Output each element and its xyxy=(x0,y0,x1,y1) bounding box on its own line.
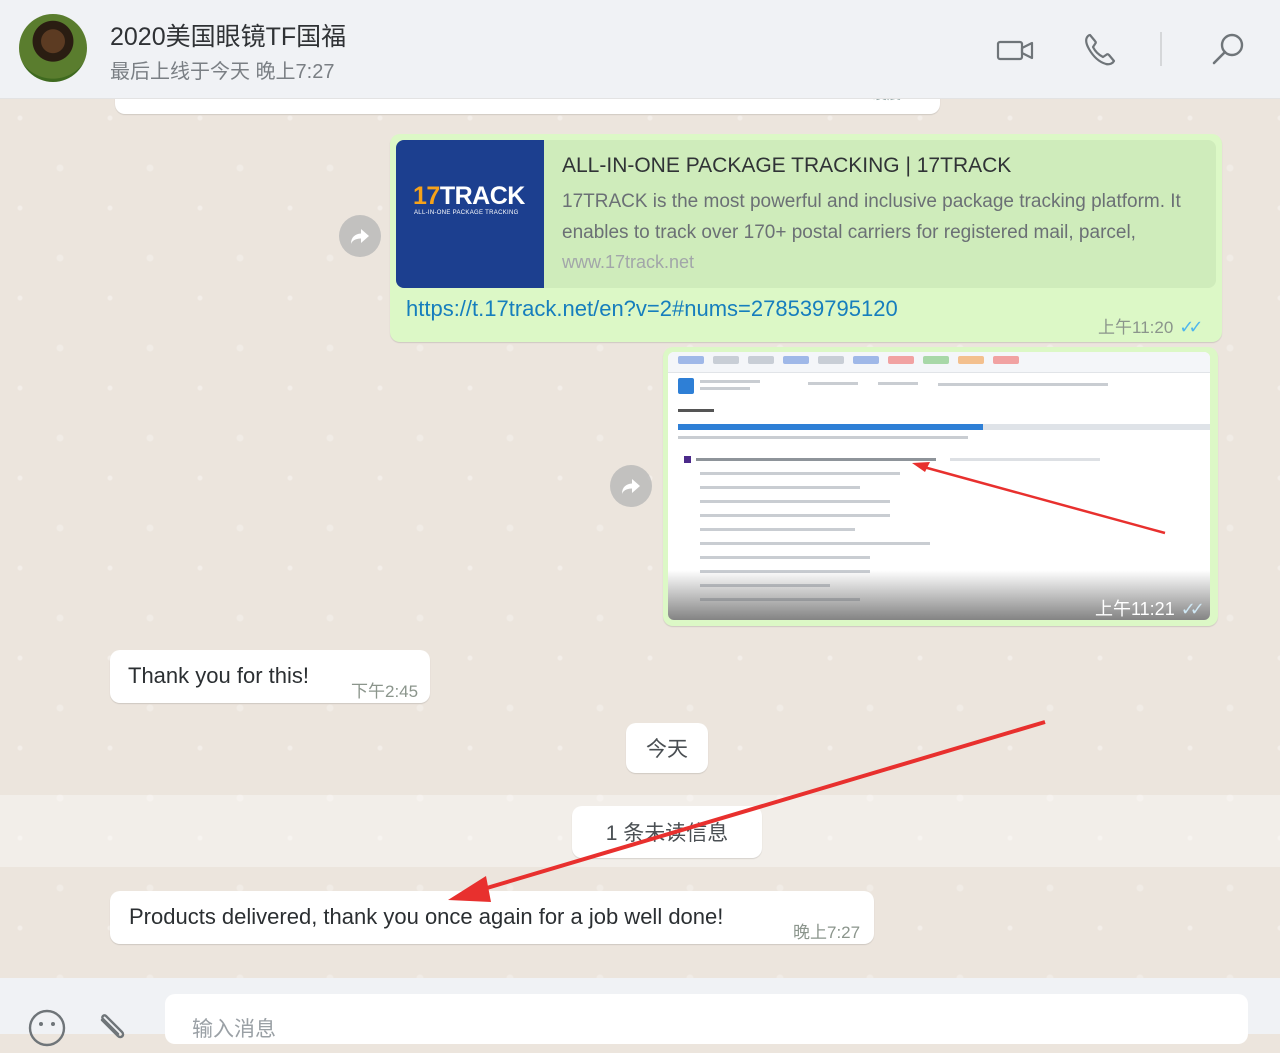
message-time: 下午2:45 xyxy=(351,682,419,701)
read-receipt-icon: ✓✓ xyxy=(1179,317,1203,337)
tracking-screenshot-image[interactable] xyxy=(668,352,1210,620)
17track-logo: 17TRACK xyxy=(413,182,525,210)
link-preview-domain: www.17track.net xyxy=(562,252,695,272)
unread-messages-notice: 1 条未读信息 xyxy=(572,806,762,858)
outgoing-link-message[interactable]: 17TRACK ALL-IN-ONE PACKAGE TRACKING ALL-… xyxy=(390,134,1222,342)
video-call-icon[interactable] xyxy=(996,30,1036,70)
message-list[interactable]: 凌晨3:15 17TRACK ALL-IN-ONE PACKAGE TRACKI… xyxy=(0,86,1280,978)
forward-icon[interactable] xyxy=(610,465,652,507)
composer-bar: 输入消息 xyxy=(0,978,1280,1047)
message-input[interactable]: 输入消息 xyxy=(165,994,1248,1044)
chat-header: 2020美国眼镜TF国福 最后上线于今天 晚上7:27 xyxy=(0,0,1280,99)
incoming-message[interactable]: Products delivered, thank you once again… xyxy=(110,891,874,944)
link-preview-description: 17TRACK is the most powerful and inclusi… xyxy=(562,191,1181,243)
message-input-placeholder: 输入消息 xyxy=(192,1018,276,1041)
message-time-row: 上午11:20 ✓✓ xyxy=(1098,313,1204,338)
tracking-link[interactable]: https://t.17track.net/en?v=2#nums=278539… xyxy=(406,296,898,322)
search-icon[interactable] xyxy=(1208,30,1248,70)
message-time-row: 上午11:21 ✓✓ xyxy=(1095,595,1205,621)
last-seen-status: 最后上线于今天 晚上7:27 xyxy=(110,61,335,83)
forward-icon[interactable] xyxy=(339,215,381,257)
logo-tagline: ALL-IN-ONE PACKAGE TRACKING xyxy=(414,210,519,216)
message-time: 上午11:21 xyxy=(1095,599,1175,619)
voice-call-icon[interactable] xyxy=(1080,30,1120,70)
date-divider: 今天 xyxy=(626,723,708,773)
attach-icon[interactable] xyxy=(94,1008,134,1048)
screenshot-tab-strip xyxy=(668,352,1210,373)
link-preview-thumbnail: 17TRACK ALL-IN-ONE PACKAGE TRACKING xyxy=(396,140,544,288)
message-time: 晚上7:27 xyxy=(793,923,861,942)
read-receipt-icon: ✓✓ xyxy=(1180,599,1205,619)
message-text: Thank you for this! xyxy=(128,663,309,688)
header-divider xyxy=(1160,32,1162,66)
incoming-message[interactable]: Thank you for this! 下午2:45 xyxy=(110,650,430,703)
outgoing-image-message[interactable]: 上午11:21 ✓✓ xyxy=(663,347,1218,626)
avatar[interactable] xyxy=(19,14,87,82)
link-preview-card[interactable]: 17TRACK ALL-IN-ONE PACKAGE TRACKING ALL-… xyxy=(396,140,1216,288)
message-time: 上午11:20 xyxy=(1098,318,1174,337)
chat-title[interactable]: 2020美国眼镜TF国福 xyxy=(110,17,346,53)
message-text: Products delivered, thank you once again… xyxy=(129,904,724,929)
link-preview-title: ALL-IN-ONE PACKAGE TRACKING | 17TRACK xyxy=(562,154,1012,177)
emoji-icon[interactable] xyxy=(27,1008,67,1048)
